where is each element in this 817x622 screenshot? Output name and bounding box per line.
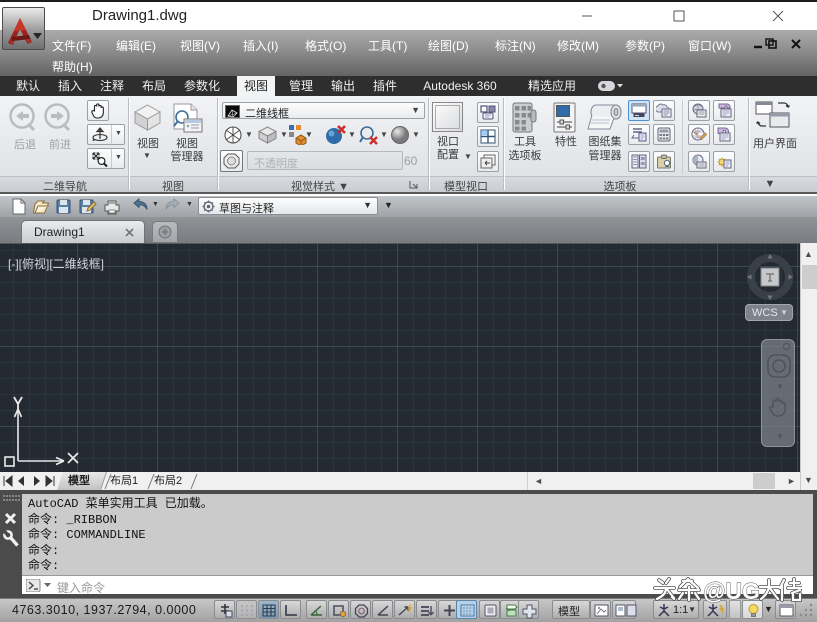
svg-text:@UG: @UG: [703, 578, 760, 603]
